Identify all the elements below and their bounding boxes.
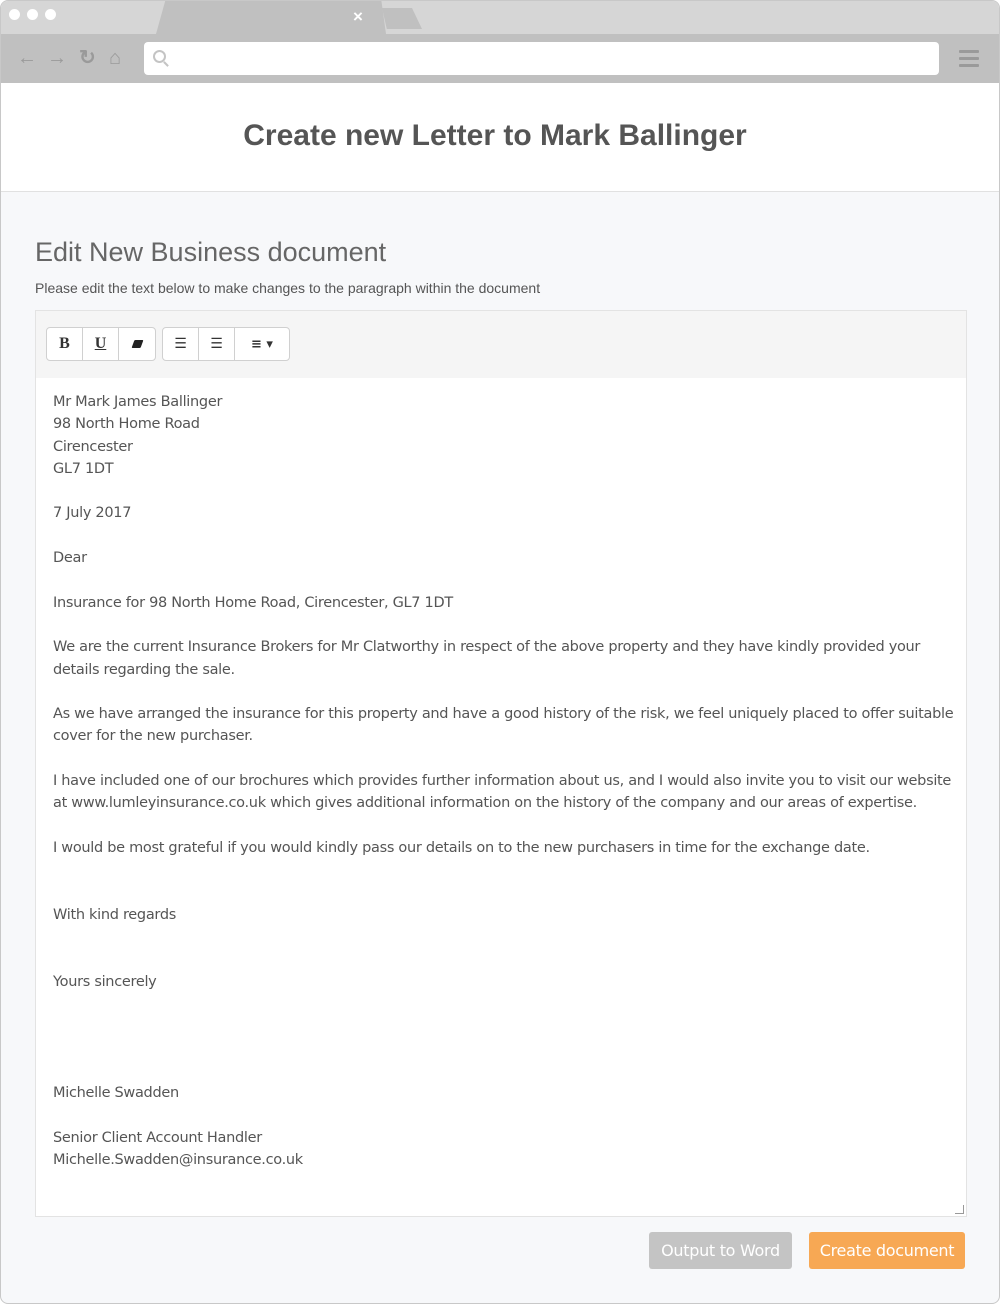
- paragraph: We are the current Insurance Brokers for…: [53, 639, 921, 678]
- clear-format-button[interactable]: [119, 328, 155, 360]
- nav-bar: ← → ↻ ⌂: [1, 34, 999, 83]
- eraser-icon: [131, 340, 143, 348]
- format-button-group: B U: [46, 327, 156, 361]
- ordered-list-icon: ☰: [210, 336, 223, 352]
- reload-icon[interactable]: ↻: [79, 46, 96, 70]
- recipient-postcode: GL7 1DT: [53, 460, 114, 477]
- new-tab-button[interactable]: [382, 8, 422, 29]
- recipient-name: Mr Mark James Ballinger: [53, 394, 223, 410]
- closing: Yours sincerely: [53, 973, 157, 990]
- paragraph: As we have arranged the insurance for th…: [53, 706, 954, 745]
- regards: With kind regards: [53, 906, 176, 923]
- resize-handle-icon[interactable]: [955, 1205, 964, 1214]
- close-tab-icon[interactable]: ×: [353, 7, 363, 27]
- window-dot[interactable]: [45, 9, 56, 20]
- page-title: Create new Letter to Mark Ballinger: [243, 119, 747, 152]
- section-title: Edit New Business document: [35, 237, 387, 267]
- align-dropdown-button[interactable]: ≡ ▾: [235, 328, 289, 360]
- address-bar[interactable]: [144, 42, 939, 75]
- salutation: Dear: [53, 550, 87, 567]
- window-dot[interactable]: [9, 9, 20, 20]
- output-to-word-button[interactable]: Output to Word: [649, 1232, 792, 1269]
- forward-icon[interactable]: →: [47, 46, 67, 70]
- editor-content[interactable]: Mr Mark James Ballinger 98 North Home Ro…: [53, 391, 956, 1171]
- signer-email: Michelle.Swadden@insurance.co.uk: [53, 1152, 303, 1169]
- window-controls: [9, 9, 56, 20]
- menu-icon[interactable]: [959, 50, 979, 71]
- signer-name: Michelle Swadden: [53, 1085, 179, 1102]
- recipient-address-line: Cirencester: [53, 438, 133, 455]
- rich-text-editor[interactable]: B U ☰ ☰ ≡ ▾ Mr Mark James Ballinger 98 N…: [35, 310, 967, 1217]
- create-document-button[interactable]: Create document: [809, 1232, 965, 1269]
- paragraph: I have included one of our brochures whi…: [53, 773, 952, 812]
- page-header: Create new Letter to Mark Ballinger: [1, 83, 999, 192]
- subject-line: Insurance for 98 North Home Road, Cirenc…: [53, 594, 453, 611]
- numbered-list-button[interactable]: ☰: [199, 328, 235, 360]
- editor-toolbar: B U ☰ ☰ ≡ ▾: [36, 311, 966, 378]
- align-dropdown-icon: ≡ ▾: [251, 336, 273, 352]
- paragraph-button-group: ☰ ☰ ≡ ▾: [162, 327, 290, 361]
- recipient-address-line: 98 North Home Road: [53, 416, 200, 433]
- home-icon[interactable]: ⌂: [109, 46, 121, 70]
- underline-button[interactable]: U: [83, 328, 119, 360]
- letter-date: 7 July 2017: [53, 505, 132, 522]
- signer-title: Senior Client Account Handler: [53, 1129, 262, 1146]
- section-description: Please edit the text below to make chang…: [35, 280, 541, 296]
- bullet-list-button[interactable]: ☰: [163, 328, 199, 360]
- bold-button[interactable]: B: [47, 328, 83, 360]
- active-tab[interactable]: [156, 1, 386, 34]
- tab-bar: ×: [1, 1, 999, 34]
- window-dot[interactable]: [27, 9, 38, 20]
- search-icon: [153, 50, 166, 63]
- unordered-list-icon: ☰: [174, 336, 187, 352]
- back-icon[interactable]: ←: [17, 46, 37, 70]
- paragraph: I would be most grateful if you would ki…: [53, 839, 870, 856]
- browser-window: × ← → ↻ ⌂ Create new Letter to Mark Ball…: [0, 0, 1000, 1304]
